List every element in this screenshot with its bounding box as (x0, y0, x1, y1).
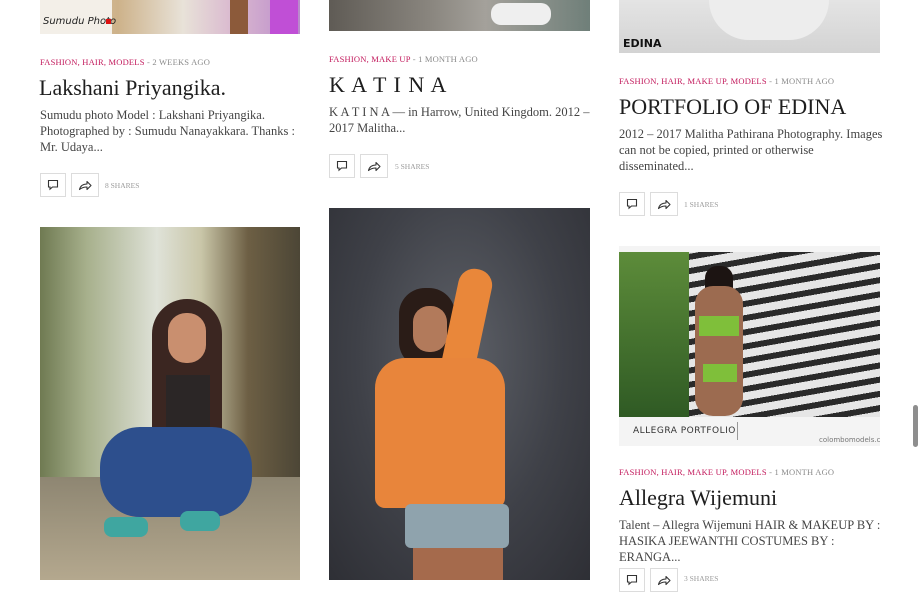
post-categories[interactable]: Fashion, Hair, Models (40, 57, 145, 67)
share-count: 8 Shares (105, 181, 140, 190)
post-excerpt-lakshani: Sumudu photo Model : Lakshani Priyangika… (40, 108, 295, 154)
meta-separator: - (410, 54, 419, 64)
post-meta-lakshani: Fashion, Hair, Models - 2 weeks ago (40, 57, 210, 67)
image-figure (230, 0, 248, 34)
image-body (695, 286, 743, 416)
image-watermark-dot (106, 19, 111, 24)
post-date: 2 weeks ago (152, 57, 211, 67)
image-caption: ALLEGRA PORTFOLIO (633, 426, 736, 436)
share-button[interactable] (650, 192, 678, 216)
page-scrollbar-thumb[interactable] (913, 405, 918, 447)
share-icon (657, 575, 671, 586)
share-button[interactable] (360, 154, 388, 178)
post-image-edina-top[interactable]: EDINA (619, 0, 880, 53)
post-meta-katina: Fashion, Make Up - 1 month ago (329, 54, 478, 64)
comment-icon (47, 179, 59, 191)
image-jeans (100, 427, 252, 517)
share-count: 3 Shares (684, 574, 719, 583)
image-foliage (619, 252, 689, 417)
post-title-allegra[interactable]: Allegra Wijemuni (619, 485, 777, 511)
comment-button[interactable] (619, 192, 645, 216)
post-image-lakshani-top[interactable]: Sumudu Photo (40, 0, 300, 34)
image-face (413, 306, 447, 352)
post-excerpt-edina: 2012 – 2017 Malitha Pathirana Photograph… (619, 127, 883, 173)
comment-button[interactable] (40, 173, 66, 197)
post-title-katina[interactable]: K A T I N A (329, 72, 447, 98)
image-face (168, 313, 206, 363)
post-image-allegra[interactable]: ALLEGRA PORTFOLIO colombomodels.com (619, 246, 880, 446)
image-swimsuit-bottom (703, 364, 737, 382)
image-credit-box (737, 422, 818, 440)
image-caption: EDINA (623, 37, 662, 50)
post-image-model-sitting[interactable] (40, 227, 300, 580)
post-categories[interactable]: Fashion, Hair, Make Up, Models (619, 467, 767, 477)
comment-button[interactable] (329, 154, 355, 178)
comment-button[interactable] (619, 568, 645, 592)
post-categories[interactable]: Fashion, Hair, Make Up, Models (619, 76, 767, 86)
comment-icon (626, 198, 638, 210)
image-figure-shoes (491, 3, 551, 25)
post-image-model-orange-lace[interactable] (329, 208, 590, 580)
image-lace-top (375, 358, 505, 508)
post-categories[interactable]: Fashion, Make Up (329, 54, 410, 64)
share-icon (367, 161, 381, 172)
comment-icon (626, 574, 638, 586)
post-image-katina-top[interactable] (329, 0, 590, 31)
post-date: 1 month ago (774, 76, 835, 86)
share-icon (78, 180, 92, 191)
post-excerpt-allegra: Talent – Allegra Wijemuni HAIR & MAKEUP … (619, 518, 881, 564)
share-button[interactable] (650, 568, 678, 592)
post-title-edina[interactable]: PORTFOLIO OF EDINA (619, 94, 846, 120)
image-shoe-right (180, 511, 220, 531)
post-date: 1 month ago (774, 467, 835, 477)
post-title-lakshani[interactable]: Lakshani Priyangika. (39, 75, 226, 101)
post-meta-allegra: Fashion, Hair, Make Up, Models - 1 month… (619, 467, 834, 477)
post-excerpt-katina: K A T I N A — in Harrow, United Kingdom.… (329, 105, 590, 135)
image-figure-dress (270, 0, 298, 34)
image-swimsuit-top (699, 316, 739, 336)
share-count: 5 Shares (395, 162, 430, 171)
post-meta-edina: Fashion, Hair, Make Up, Models - 1 month… (619, 76, 834, 86)
comment-icon (336, 160, 348, 172)
post-date: 1 month ago (418, 54, 478, 64)
share-count: 1 Shares (684, 200, 719, 209)
share-button[interactable] (71, 173, 99, 197)
image-fabric (709, 0, 829, 40)
image-legs (413, 548, 503, 580)
image-site: colombomodels.com (819, 436, 880, 444)
image-shorts (405, 504, 509, 548)
image-shoe-left (104, 517, 148, 537)
share-icon (657, 199, 671, 210)
